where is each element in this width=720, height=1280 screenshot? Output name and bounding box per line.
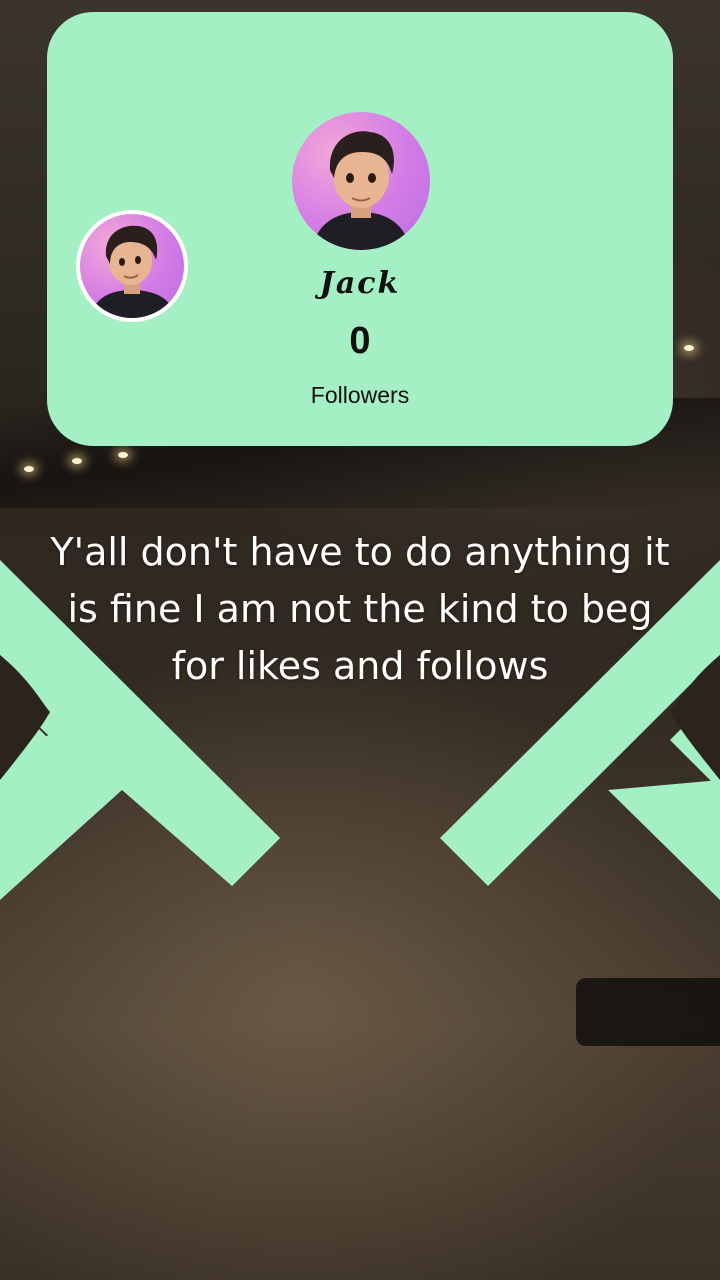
follower-count: 0 xyxy=(349,320,371,362)
led-light xyxy=(118,452,128,458)
caption-text: Y'all don't have to do anything it is fi… xyxy=(50,530,670,688)
profile-name: Jack xyxy=(319,266,401,301)
background-object xyxy=(576,978,720,1046)
profile-card: Jack 0 Followers xyxy=(47,12,673,446)
led-light xyxy=(24,466,34,472)
avatar-large[interactable] xyxy=(292,112,430,250)
avatar-image xyxy=(312,131,410,250)
followers-label: Followers xyxy=(310,382,410,408)
led-light xyxy=(72,458,82,464)
led-light xyxy=(684,345,694,351)
